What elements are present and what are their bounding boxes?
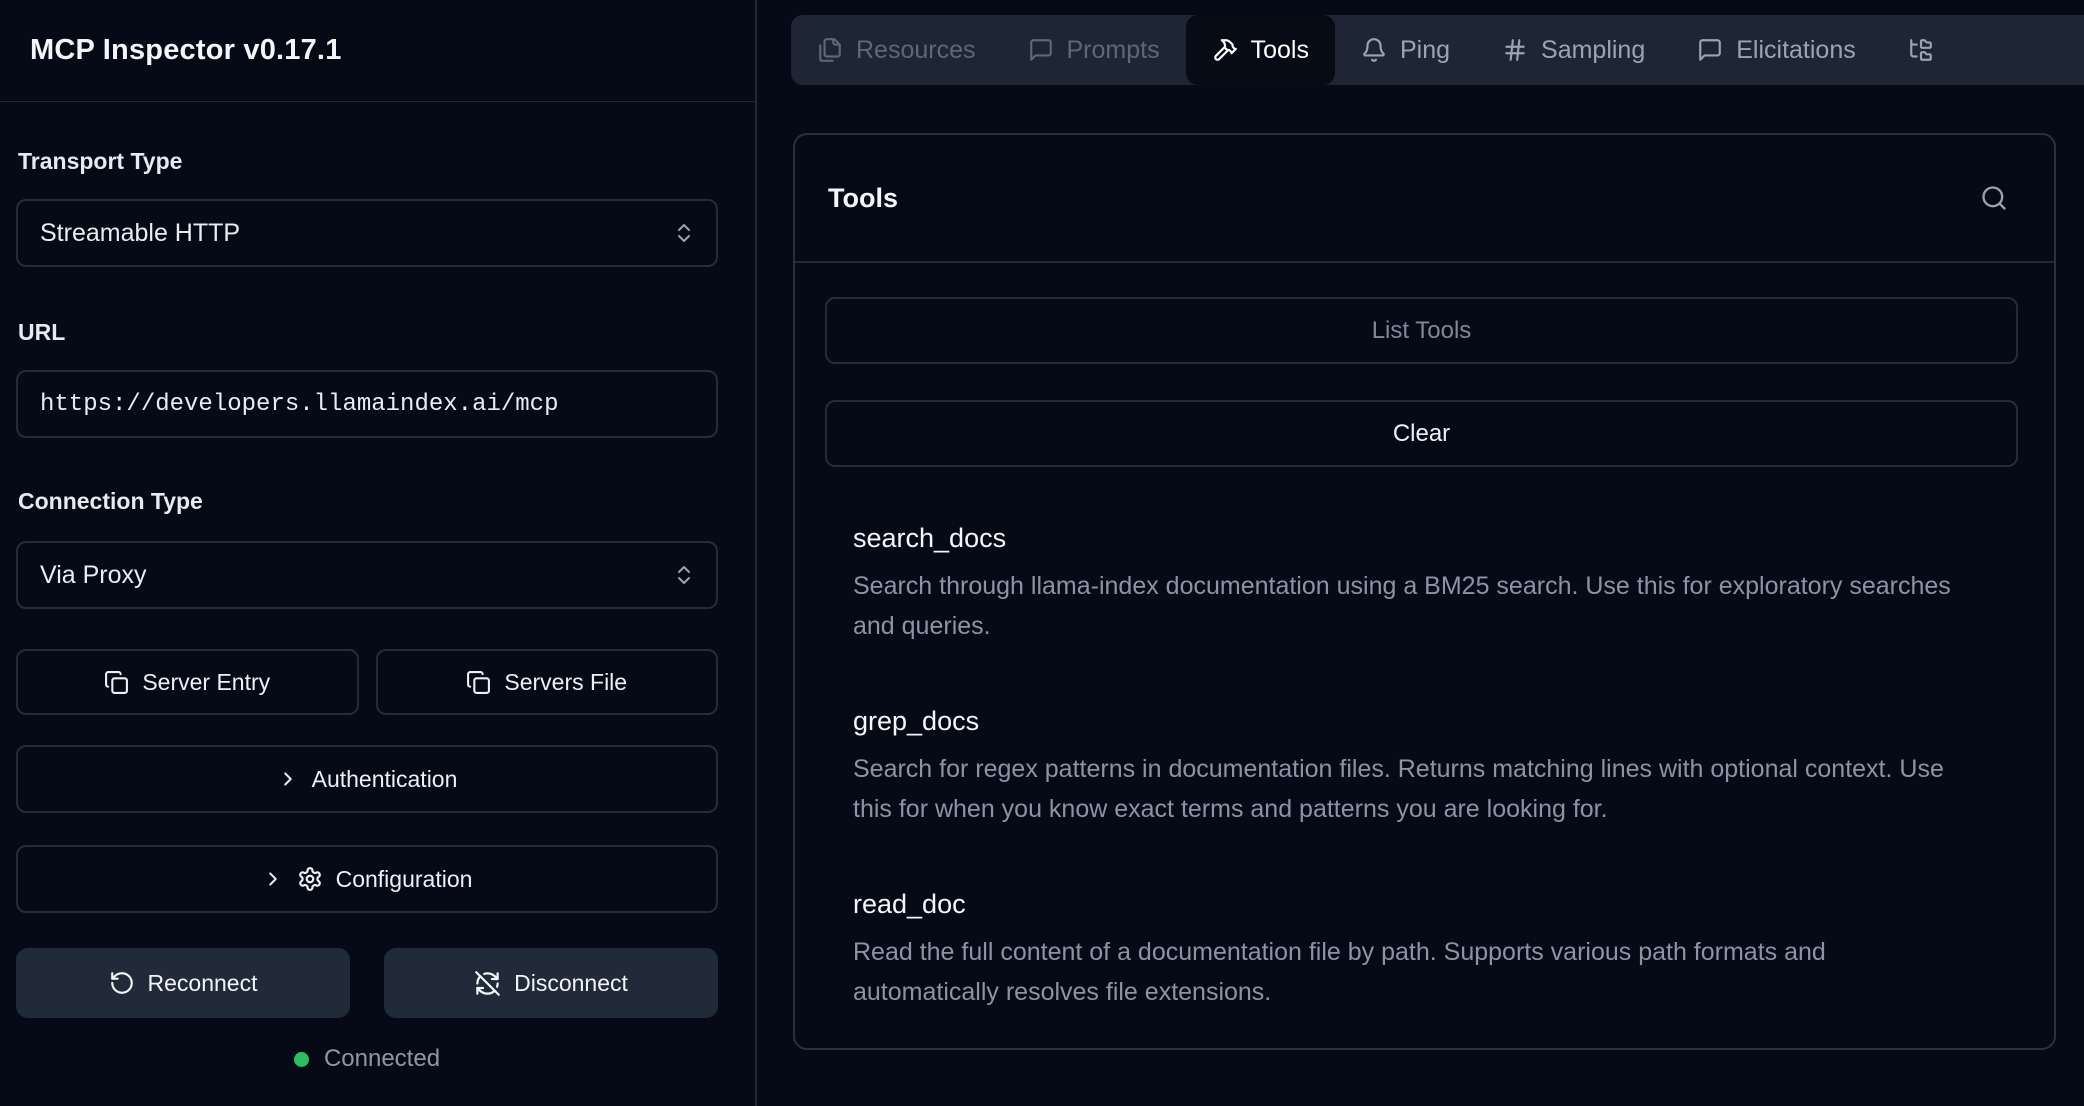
gear-icon bbox=[297, 866, 323, 892]
chevrons-up-down-icon bbox=[672, 563, 696, 587]
copy-icon bbox=[466, 670, 491, 695]
tool-name: search_docs bbox=[853, 523, 2018, 554]
tool-description: Search through llama-index documentation… bbox=[853, 566, 1978, 646]
connection-type-label: Connection Type bbox=[18, 488, 718, 515]
sidebar-body: Transport Type Streamable HTTP URL Conne… bbox=[0, 102, 755, 1073]
search-icon[interactable] bbox=[1980, 184, 2008, 212]
message-square-icon bbox=[1028, 37, 1054, 63]
clear-button[interactable]: Clear bbox=[825, 400, 2018, 467]
transport-type-label: Transport Type bbox=[18, 148, 718, 175]
tab-resources[interactable]: Resources bbox=[791, 15, 1002, 85]
tab-roots[interactable] bbox=[1882, 15, 1960, 85]
reconnect-label: Reconnect bbox=[148, 970, 258, 997]
sidebar: MCP Inspector v0.17.1 Transport Type Str… bbox=[0, 0, 757, 1106]
list-tools-button[interactable]: List Tools bbox=[825, 297, 2018, 364]
tool-name: grep_docs bbox=[853, 706, 2018, 737]
sidebar-header: MCP Inspector v0.17.1 bbox=[0, 0, 755, 102]
server-entry-button[interactable]: Server Entry bbox=[16, 649, 359, 715]
url-label: URL bbox=[18, 319, 718, 346]
app-title: MCP Inspector v0.17.1 bbox=[30, 34, 342, 67]
tab-label: Elicitations bbox=[1736, 36, 1856, 65]
tool-description: Search for regex patterns in documentati… bbox=[853, 749, 1978, 829]
list-item[interactable]: read_doc Read the full content of a docu… bbox=[853, 889, 2018, 1012]
tab-label: Prompts bbox=[1067, 36, 1160, 65]
folder-tree-icon bbox=[1908, 37, 1934, 63]
configuration-label: Configuration bbox=[336, 866, 473, 893]
tab-label: Tools bbox=[1251, 36, 1309, 65]
tool-list: search_docs Search through llama-index d… bbox=[853, 523, 2018, 1012]
servers-file-button[interactable]: Servers File bbox=[376, 649, 719, 715]
files-icon bbox=[817, 37, 843, 63]
main-area: Resources Prompts Tools Ping Sampling El… bbox=[757, 0, 2084, 1106]
copy-icon bbox=[104, 670, 129, 695]
refresh-off-icon bbox=[474, 970, 501, 997]
hash-icon bbox=[1502, 37, 1528, 63]
tools-panel: Tools List Tools Clear search_docs Searc… bbox=[793, 133, 2056, 1050]
tools-panel-header: Tools bbox=[795, 135, 2054, 263]
transport-type-value: Streamable HTTP bbox=[40, 219, 240, 248]
status-dot bbox=[294, 1052, 309, 1067]
connection-type-value: Via Proxy bbox=[40, 561, 147, 590]
list-item[interactable]: search_docs Search through llama-index d… bbox=[853, 523, 2018, 646]
bell-icon bbox=[1361, 37, 1387, 63]
tool-name: read_doc bbox=[853, 889, 2018, 920]
tools-panel-body: List Tools Clear search_docs Search thro… bbox=[795, 263, 2054, 1072]
rotate-ccw-icon bbox=[109, 970, 135, 996]
configuration-toggle[interactable]: Configuration bbox=[16, 845, 718, 913]
tab-label: Ping bbox=[1400, 36, 1450, 65]
tab-sampling[interactable]: Sampling bbox=[1476, 15, 1671, 85]
list-item[interactable]: grep_docs Search for regex patterns in d… bbox=[853, 706, 2018, 829]
disconnect-label: Disconnect bbox=[514, 970, 628, 997]
server-entry-label: Server Entry bbox=[142, 669, 270, 696]
url-input[interactable] bbox=[16, 370, 718, 438]
chevrons-up-down-icon bbox=[672, 221, 696, 245]
tab-prompts[interactable]: Prompts bbox=[1002, 15, 1186, 85]
authentication-toggle[interactable]: Authentication bbox=[16, 745, 718, 813]
servers-file-label: Servers File bbox=[504, 669, 627, 696]
chevron-right-icon bbox=[277, 768, 299, 790]
connection-type-select[interactable]: Via Proxy bbox=[16, 541, 718, 609]
connection-status: Connected bbox=[16, 1045, 718, 1073]
panel-title: Tools bbox=[828, 183, 898, 214]
connection-actions-row: Reconnect Disconnect bbox=[16, 948, 718, 1018]
chevron-right-icon bbox=[262, 868, 284, 890]
tab-tools[interactable]: Tools bbox=[1186, 15, 1335, 85]
reconnect-button[interactable]: Reconnect bbox=[16, 948, 350, 1018]
message-square-icon bbox=[1697, 37, 1723, 63]
tab-bar: Resources Prompts Tools Ping Sampling El… bbox=[791, 15, 2084, 85]
authentication-label: Authentication bbox=[312, 766, 458, 793]
app-window: MCP Inspector v0.17.1 Transport Type Str… bbox=[0, 0, 2084, 1106]
hammer-icon bbox=[1212, 37, 1238, 63]
tab-label: Sampling bbox=[1541, 36, 1645, 65]
tool-description: Read the full content of a documentation… bbox=[853, 932, 1978, 1012]
tab-label: Resources bbox=[856, 36, 976, 65]
server-buttons-row: Server Entry Servers File bbox=[16, 649, 718, 715]
transport-type-select[interactable]: Streamable HTTP bbox=[16, 199, 718, 267]
tab-elicitations[interactable]: Elicitations bbox=[1671, 15, 1882, 85]
tab-ping[interactable]: Ping bbox=[1335, 15, 1476, 85]
disconnect-button[interactable]: Disconnect bbox=[384, 948, 718, 1018]
status-label: Connected bbox=[324, 1045, 440, 1073]
